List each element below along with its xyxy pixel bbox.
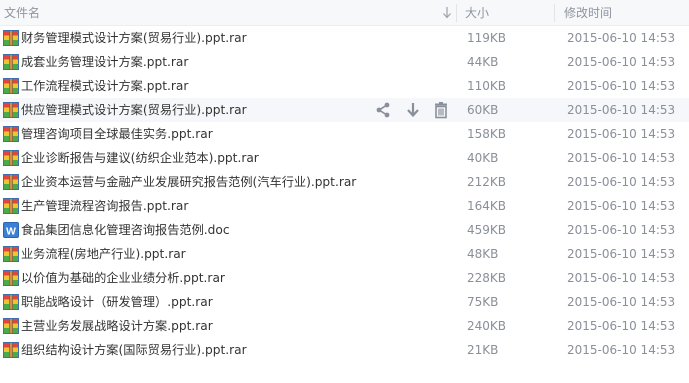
file-name-link[interactable]: 工作流程模式设计方案.ppt.rar: [21, 74, 188, 98]
file-size: 40KB: [467, 151, 499, 165]
rar-archive-icon: [3, 102, 19, 118]
file-row[interactable]: 企业资本运营与金融产业发展研究报告范例(汽车行业).ppt.rar 212KB 20…: [0, 170, 689, 194]
column-separator[interactable]: [456, 4, 457, 22]
file-row[interactable]: 主营业务发展战略设计方案.ppt.rar 240KB 2015-06-10 14:5…: [0, 314, 689, 338]
file-size: 158KB: [467, 127, 507, 141]
file-modified-time: 2015-06-10 14:53: [567, 199, 676, 213]
file-row[interactable]: 成套业务管理设计方案.ppt.rar 44KB 2015-06-10 14:53: [0, 50, 689, 74]
file-modified-time: 2015-06-10 14:53: [567, 247, 676, 261]
file-name-link[interactable]: 职能战略设计（研发管理）.ppt.rar: [21, 290, 213, 314]
file-size: 48KB: [467, 247, 499, 261]
file-name-link[interactable]: 业务流程(房地产行业).ppt.rar: [21, 242, 186, 266]
row-actions: [374, 101, 454, 119]
file-name-link[interactable]: 成套业务管理设计方案.ppt.rar: [21, 50, 188, 74]
file-size: 212KB: [467, 175, 507, 189]
file-size: 228KB: [467, 271, 507, 285]
file-row[interactable]: 组织结构设计方案(国际贸易行业).ppt.rar 21KB 2015-06-10 1…: [0, 338, 689, 362]
file-size: 459KB: [467, 223, 507, 237]
download-icon[interactable]: [404, 101, 422, 119]
file-list-header: 文件名 大小 修改时间: [0, 0, 689, 26]
column-header-name[interactable]: 文件名: [4, 0, 455, 26]
column-header-modified-time[interactable]: 修改时间: [555, 0, 689, 26]
column-header-size[interactable]: 大小: [459, 0, 553, 26]
file-name-link[interactable]: 管理咨询项目全球最佳实务.ppt.rar: [21, 122, 213, 146]
file-row[interactable]: 业务流程(房地产行业).ppt.rar 48KB 2015-06-10 14:53: [0, 242, 689, 266]
file-size: 110KB: [467, 79, 507, 93]
file-name-link[interactable]: 企业诊断报告与建议(纺织企业范本).ppt.rar: [21, 146, 259, 170]
file-modified-time: 2015-06-10 14:53: [567, 271, 676, 285]
file-row[interactable]: W 食品集团信息化管理咨询报告范例.doc 459KB 2015-06-10 14:…: [0, 218, 689, 242]
file-name-link[interactable]: 组织结构设计方案(国际贸易行业).ppt.rar: [21, 338, 247, 362]
file-modified-time: 2015-06-10 14:53: [567, 31, 676, 45]
file-modified-time: 2015-06-10 14:53: [567, 151, 676, 165]
file-row[interactable]: 企业诊断报告与建议(纺织企业范本).ppt.rar 40KB 2015-06-10 …: [0, 146, 689, 170]
file-size: 21KB: [467, 343, 499, 357]
file-modified-time: 2015-06-10 14:53: [567, 55, 676, 69]
delete-icon[interactable]: [432, 101, 450, 119]
file-size: 119KB: [467, 31, 507, 45]
svg-text:W: W: [6, 225, 16, 237]
file-name-link[interactable]: 以价值为基础的企业业绩分析.ppt.rar: [21, 266, 225, 290]
file-row[interactable]: 供应管理模式设计方案(贸易行业).ppt.rar 60KB 2015-06-10 …: [0, 98, 689, 122]
file-size: 164KB: [467, 199, 507, 213]
file-row[interactable]: 生产管理流程咨询报告.ppt.rar 164KB 2015-06-10 14:53: [0, 194, 689, 218]
rar-archive-icon: [3, 246, 19, 262]
file-name-link[interactable]: 食品集团信息化管理咨询报告范例.doc: [21, 218, 230, 242]
file-modified-time: 2015-06-10 14:53: [567, 79, 676, 93]
file-name-link[interactable]: 企业资本运营与金融产业发展研究报告范例(汽车行业).ppt.rar: [21, 170, 356, 194]
file-name-link[interactable]: 财务管理模式设计方案(贸易行业).ppt.rar: [21, 26, 247, 50]
file-modified-time: 2015-06-10 14:53: [567, 343, 676, 357]
file-name-link[interactable]: 主营业务发展战略设计方案.ppt.rar: [21, 314, 213, 338]
file-modified-time: 2015-06-10 14:53: [567, 319, 676, 333]
rar-archive-icon: [3, 270, 19, 286]
share-icon[interactable]: [374, 101, 392, 119]
file-size: 240KB: [467, 319, 507, 333]
file-modified-time: 2015-06-10 14:53: [567, 175, 676, 189]
file-size: 44KB: [467, 55, 499, 69]
file-modified-time: 2015-06-10 14:53: [567, 295, 676, 309]
rar-archive-icon: [3, 150, 19, 166]
file-name-link[interactable]: 生产管理流程咨询报告.ppt.rar: [21, 194, 188, 218]
file-row[interactable]: 工作流程模式设计方案.ppt.rar 110KB 2015-06-10 14:53: [0, 74, 689, 98]
file-modified-time: 2015-06-10 14:53: [567, 223, 676, 237]
rar-archive-icon: [3, 174, 19, 190]
rar-archive-icon: [3, 318, 19, 334]
file-row[interactable]: 管理咨询项目全球最佳实务.ppt.rar 158KB 2015-06-10 14:5…: [0, 122, 689, 146]
rar-archive-icon: [3, 198, 19, 214]
rar-archive-icon: [3, 30, 19, 46]
rar-archive-icon: [3, 78, 19, 94]
sort-arrow-icon[interactable]: [441, 5, 453, 21]
rar-archive-icon: [3, 54, 19, 70]
file-size: 75KB: [467, 295, 499, 309]
file-size: 60KB: [467, 103, 499, 117]
word-doc-icon: W: [3, 222, 19, 238]
file-row[interactable]: 以价值为基础的企业业绩分析.ppt.rar 228KB 2015-06-10 14:…: [0, 266, 689, 290]
file-modified-time: 2015-06-10 14:53: [567, 127, 676, 141]
rar-archive-icon: [3, 126, 19, 142]
file-list: 财务管理模式设计方案(贸易行业).ppt.rar 119KB 2015-06-10 …: [0, 26, 689, 362]
file-modified-time: 2015-06-10 14:53: [567, 103, 676, 117]
file-row[interactable]: 财务管理模式设计方案(贸易行业).ppt.rar 119KB 2015-06-10 …: [0, 26, 689, 50]
rar-archive-icon: [3, 294, 19, 310]
file-row[interactable]: 职能战略设计（研发管理）.ppt.rar 75KB 2015-06-10 14:53: [0, 290, 689, 314]
file-name-link[interactable]: 供应管理模式设计方案(贸易行业).ppt.rar: [21, 98, 247, 122]
rar-archive-icon: [3, 342, 19, 358]
